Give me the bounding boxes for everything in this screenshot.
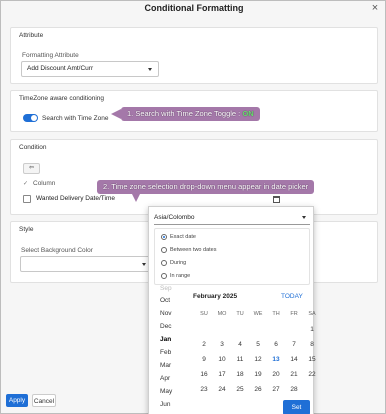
- set-button[interactable]: Set: [283, 400, 310, 414]
- month-list[interactable]: Sep Oct Nov Dec Jan Feb Mar Apr May Jun: [149, 285, 181, 414]
- date-picker-popup: Asia/Colombo Exact date Between two date…: [148, 206, 316, 414]
- month-item[interactable]: Oct: [160, 297, 170, 304]
- calendar-day[interactable]: 17: [213, 371, 231, 378]
- apply-button[interactable]: Apply: [6, 394, 28, 407]
- radio-label: Exact date: [170, 234, 196, 240]
- callout-toggle-on: 1. Search with Time Zone Toggle : ON: [121, 107, 260, 121]
- calendar-day[interactable]: 28: [285, 386, 303, 393]
- radio-in-range[interactable]: [161, 273, 167, 279]
- calendar-day[interactable]: 2: [195, 341, 213, 348]
- condition-field-select[interactable]: Wanted Delivery Date/Time: [36, 192, 144, 206]
- attribute-card: Attribute Formatting Attribute Add Disco…: [10, 27, 378, 84]
- timezone-toggle-label: Search with Time Zone: [42, 115, 109, 122]
- calendar-day[interactable]: 26: [249, 386, 267, 393]
- conditional-formatting-dialog: Conditional Formatting × Attribute Forma…: [0, 0, 386, 414]
- calendar-day[interactable]: 6: [267, 341, 285, 348]
- calendar-icon[interactable]: [273, 196, 280, 203]
- today-link[interactable]: TODAY: [281, 293, 303, 300]
- month-item-selected[interactable]: Jan: [160, 336, 171, 343]
- calendar-day[interactable]: 16: [195, 371, 213, 378]
- calendar-day-today[interactable]: 13: [267, 356, 285, 363]
- calendar-day[interactable]: 3: [213, 341, 231, 348]
- callout-two-text: 2. Time zone selection drop-down menu ap…: [103, 182, 309, 191]
- callout-one-on: ON: [242, 109, 254, 118]
- background-color-label: Select Background Color: [21, 247, 93, 254]
- condition-field-value: Wanted Delivery Date/Time: [36, 195, 115, 202]
- month-item[interactable]: Nov: [160, 310, 172, 317]
- chevron-down-icon: [142, 263, 146, 266]
- calendar-day[interactable]: 23: [195, 386, 213, 393]
- callout-timezone-dropdown: 2. Time zone selection drop-down menu ap…: [97, 180, 315, 194]
- formatting-attribute-value: Add Discount Amt/Curr: [27, 65, 94, 72]
- toggle-knob: [31, 115, 37, 121]
- check-icon: ✓: [23, 181, 29, 187]
- back-button[interactable]: ⇦: [23, 163, 40, 174]
- weekday-header: TH: [272, 311, 280, 317]
- weekday-header: WE: [253, 311, 263, 317]
- calendar-day[interactable]: 10: [213, 356, 231, 363]
- condition-section-title: Condition: [19, 144, 47, 151]
- timezone-select-value: Asia/Colombo: [154, 214, 195, 221]
- radio-during[interactable]: [161, 260, 167, 266]
- back-arrow-icon: ⇦: [28, 165, 35, 171]
- calendar-day[interactable]: 14: [285, 356, 303, 363]
- close-icon[interactable]: ×: [369, 2, 381, 14]
- calendar-day[interactable]: 12: [249, 356, 267, 363]
- formatting-attribute-label: Formatting Attribute: [22, 52, 79, 59]
- calendar-day[interactable]: 11: [231, 356, 249, 363]
- calendar-month-title: February 2025: [193, 293, 238, 300]
- weekday-header: FR: [290, 311, 298, 317]
- radio-label: Between two dates: [170, 247, 217, 253]
- calendar-day[interactable]: 7: [285, 341, 303, 348]
- callout-one-text: 1. Search with Time Zone Toggle :: [127, 109, 241, 118]
- weekday-header: MO: [217, 311, 227, 317]
- radio-label: In range: [170, 273, 191, 279]
- calendar-grid: SU MO TU WE TH FR SA 1 2 3 4 5 6 7 8 9 1…: [195, 311, 321, 399]
- attribute-section-title: Attribute: [19, 32, 44, 39]
- weekday-header: TU: [236, 311, 244, 317]
- column-label: Column: [33, 180, 56, 187]
- callout-one-pointer: [111, 109, 121, 119]
- calendar-day[interactable]: 20: [267, 371, 285, 378]
- month-item[interactable]: Sep: [160, 285, 172, 292]
- calendar-day[interactable]: 8: [303, 341, 321, 348]
- calendar-day[interactable]: 25: [231, 386, 249, 393]
- calendar-day[interactable]: 15: [303, 356, 321, 363]
- calendar-day[interactable]: 5: [249, 341, 267, 348]
- weekday-header: SU: [200, 311, 208, 317]
- cancel-button[interactable]: Cancel: [32, 394, 56, 407]
- calendar-day[interactable]: 21: [285, 371, 303, 378]
- callout-two-pointer: [132, 194, 140, 202]
- condition-checkbox[interactable]: [23, 195, 31, 203]
- month-item[interactable]: May: [160, 388, 172, 395]
- timezone-select[interactable]: Asia/Colombo: [154, 211, 310, 225]
- month-item[interactable]: Jun: [160, 401, 170, 408]
- calendar-day[interactable]: 1: [303, 326, 321, 333]
- month-item[interactable]: Mar: [160, 362, 171, 369]
- radio-exact-date[interactable]: [161, 234, 167, 240]
- background-color-select[interactable]: [20, 256, 153, 272]
- timezone-section-title: TimeZone aware conditioning: [19, 95, 105, 102]
- calendar-day[interactable]: 9: [195, 356, 213, 363]
- radio-between-two-dates[interactable]: [161, 247, 167, 253]
- calendar-day[interactable]: 22: [303, 371, 321, 378]
- calendar-day[interactable]: 24: [213, 386, 231, 393]
- calendar-day[interactable]: 4: [231, 341, 249, 348]
- style-section-title: Style: [19, 226, 34, 233]
- calendar-day[interactable]: 27: [267, 386, 285, 393]
- month-item[interactable]: Feb: [160, 349, 171, 356]
- month-item[interactable]: Apr: [160, 375, 170, 382]
- month-item[interactable]: Dec: [160, 323, 172, 330]
- timezone-toggle[interactable]: [23, 114, 38, 122]
- chevron-down-icon: [302, 216, 306, 219]
- formatting-attribute-select[interactable]: Add Discount Amt/Curr: [21, 61, 159, 77]
- condition-card: Condition ⇦ ✓ Column Wanted Delivery Dat…: [10, 139, 378, 215]
- calendar-day[interactable]: 18: [231, 371, 249, 378]
- chevron-down-icon: [148, 68, 152, 71]
- dialog-title: Conditional Formatting: [144, 3, 244, 13]
- weekday-header: SA: [308, 311, 316, 317]
- radio-label: During: [170, 260, 187, 266]
- calendar-day[interactable]: 19: [249, 371, 267, 378]
